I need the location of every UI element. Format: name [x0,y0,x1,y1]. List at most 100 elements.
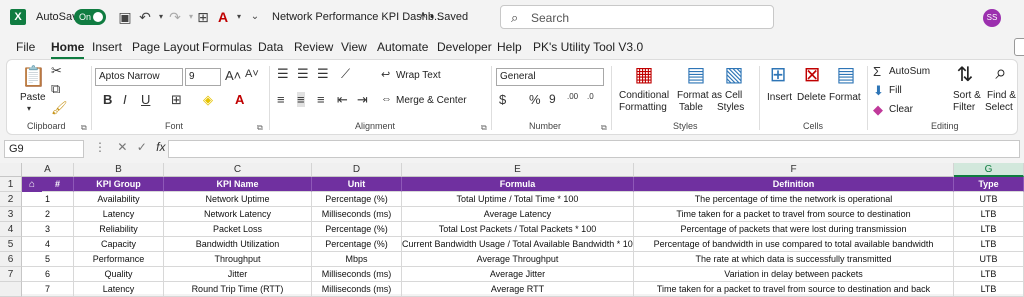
table-header-cell[interactable]: Unit [312,177,402,192]
table-cell[interactable]: LTB [954,222,1024,237]
table-header-cell[interactable]: Type [954,177,1024,192]
table-cell[interactable]: The rate at which data is successfully t… [634,252,954,267]
conditional-formatting-icon[interactable]: ▦ [631,62,657,87]
fill-button[interactable]: Fill [889,85,902,96]
fill-icon[interactable]: ⬇ [873,83,884,99]
table-cell[interactable]: Total Uptime / Total Time * 100 [402,192,634,207]
column-header-f[interactable]: F [634,163,954,177]
table-cell[interactable]: LTB [954,267,1024,282]
row-header-7[interactable]: 7 [0,267,22,282]
underline-icon[interactable]: U [141,92,150,107]
tab-page-layout[interactable]: Page Layout [132,40,199,54]
table-cell[interactable]: Current Bandwidth Usage / Total Availabl… [402,237,634,252]
tab-developer[interactable]: Developer [437,40,492,54]
font-launcher-icon[interactable]: ⧉ [257,123,263,133]
row-header-5[interactable]: 5 [0,237,22,252]
table-cell[interactable]: Percentage (%) [312,222,402,237]
tab-automate[interactable]: Automate [377,40,428,54]
sort-filter-label-1[interactable]: Sort & [953,90,981,101]
table-cell[interactable]: 3 [22,222,74,237]
cut-icon[interactable]: ✂ [51,63,62,79]
align-middle-icon[interactable]: ☰ [297,66,309,82]
italic-icon[interactable]: I [123,92,127,107]
table-cell[interactable]: Time taken for a packet to travel from s… [634,282,954,297]
row-header-2[interactable]: 2 [0,192,22,207]
table-cell[interactable]: UTB [954,192,1024,207]
merge-center-button[interactable]: Merge & Center [396,95,467,106]
table-cell[interactable]: 7 [22,282,74,297]
table-cell[interactable]: Capacity [74,237,164,252]
clear-button[interactable]: Clear [889,104,913,115]
cell-styles-icon[interactable]: ▧ [721,62,747,87]
table-cell[interactable]: Average RTT [402,282,634,297]
insert-cells-button[interactable]: Insert [767,92,792,103]
decrease-indent-icon[interactable]: ⇤ [337,92,348,108]
tab-utility-tool[interactable]: PK's Utility Tool V3.0 [533,40,643,54]
table-cell[interactable]: Percentage of packets that were lost dur… [634,222,954,237]
font-size-select[interactable]: 9 [185,68,221,86]
paste-icon[interactable]: 📋 [21,64,46,89]
table-cell[interactable]: Milliseconds (ms) [312,207,402,222]
delete-cells-button[interactable]: Delete [797,92,826,103]
insert-cells-icon[interactable]: ⊞ [765,62,791,87]
table-cell[interactable]: 4 [22,237,74,252]
tab-file[interactable]: File [16,40,35,54]
home-icon[interactable]: ⌂ [22,177,42,192]
table-cell[interactable]: Latency [74,207,164,222]
column-header-d[interactable]: D [312,163,402,177]
table-cell[interactable]: Availability [74,192,164,207]
table-cell[interactable]: Performance [74,252,164,267]
find-select-label-2[interactable]: Select [985,102,1013,113]
table-cell[interactable]: Jitter [164,267,312,282]
row-header-6[interactable]: 6 [0,252,22,267]
autosum-icon[interactable]: Σ [873,64,881,79]
table-header-cell[interactable]: KPI Group [74,177,164,192]
conditional-formatting-label-1[interactable]: Conditional [619,90,669,101]
table-cell[interactable]: Reliability [74,222,164,237]
sort-filter-label-2[interactable]: Filter [953,102,975,113]
table-cell[interactable]: Throughput [164,252,312,267]
name-box[interactable]: G9 [4,140,84,158]
currency-icon[interactable]: $ [499,92,506,107]
paste-dropdown-icon[interactable]: ▾ [27,104,31,113]
align-left-icon[interactable]: ≡ [277,92,285,107]
table-header-cell[interactable]: KPI Name [164,177,312,192]
table-cell[interactable]: LTB [954,237,1024,252]
increase-indent-icon[interactable]: ⇥ [357,92,368,108]
table-cell[interactable]: Total Lost Packets / Total Packets * 100 [402,222,634,237]
format-as-table-label-2[interactable]: Table [679,102,703,113]
table-cell[interactable]: Network Latency [164,207,312,222]
format-as-table-icon[interactable]: ▤ [683,62,709,87]
tab-help[interactable]: Help [497,40,522,54]
borders-icon[interactable]: ⊞ [171,92,182,108]
tab-home[interactable]: Home [51,40,85,59]
table-cell[interactable]: 6 [22,267,74,282]
tab-formulas[interactable]: Formulas [202,40,252,54]
clipboard-launcher-icon[interactable]: ⧉ [81,123,87,133]
table-cell[interactable]: Variation in delay between packets [634,267,954,282]
save-icon[interactable]: ▣ [116,8,134,26]
comma-style-icon[interactable]: 9 [549,92,556,106]
cancel-icon[interactable]: ✕ [117,140,127,154]
table-cell[interactable]: Packet Loss [164,222,312,237]
align-bottom-icon[interactable]: ☰ [317,66,329,82]
saved-status[interactable]: • Saved [430,11,468,23]
tab-review[interactable]: Review [294,40,333,54]
table-cell[interactable]: 1 [22,192,74,207]
decrease-decimal-icon[interactable]: .0 [587,92,594,101]
font-name-select[interactable]: Aptos Narrow [95,68,183,86]
sort-filter-icon[interactable]: ⇅ [953,62,977,87]
wrap-text-icon[interactable]: ↩ [381,68,390,81]
customize-toolbar-icon[interactable]: ⌄ [246,8,264,26]
font-color-icon[interactable]: A [235,92,244,107]
cell-styles-label-1[interactable]: Cell [725,90,742,101]
table-cell[interactable]: The percentage of time the network is op… [634,192,954,207]
table-header-cell[interactable]: Definition [634,177,954,192]
increase-font-icon[interactable]: A˄ [225,68,241,83]
decrease-font-icon[interactable]: A˅ [245,68,259,80]
select-all-corner[interactable] [0,163,22,177]
more-icon[interactable]: ⋮ [94,140,106,154]
align-top-icon[interactable]: ☰ [277,66,289,82]
delete-cells-icon[interactable]: ⊠ [799,62,825,87]
column-header-c[interactable]: C [164,163,312,177]
